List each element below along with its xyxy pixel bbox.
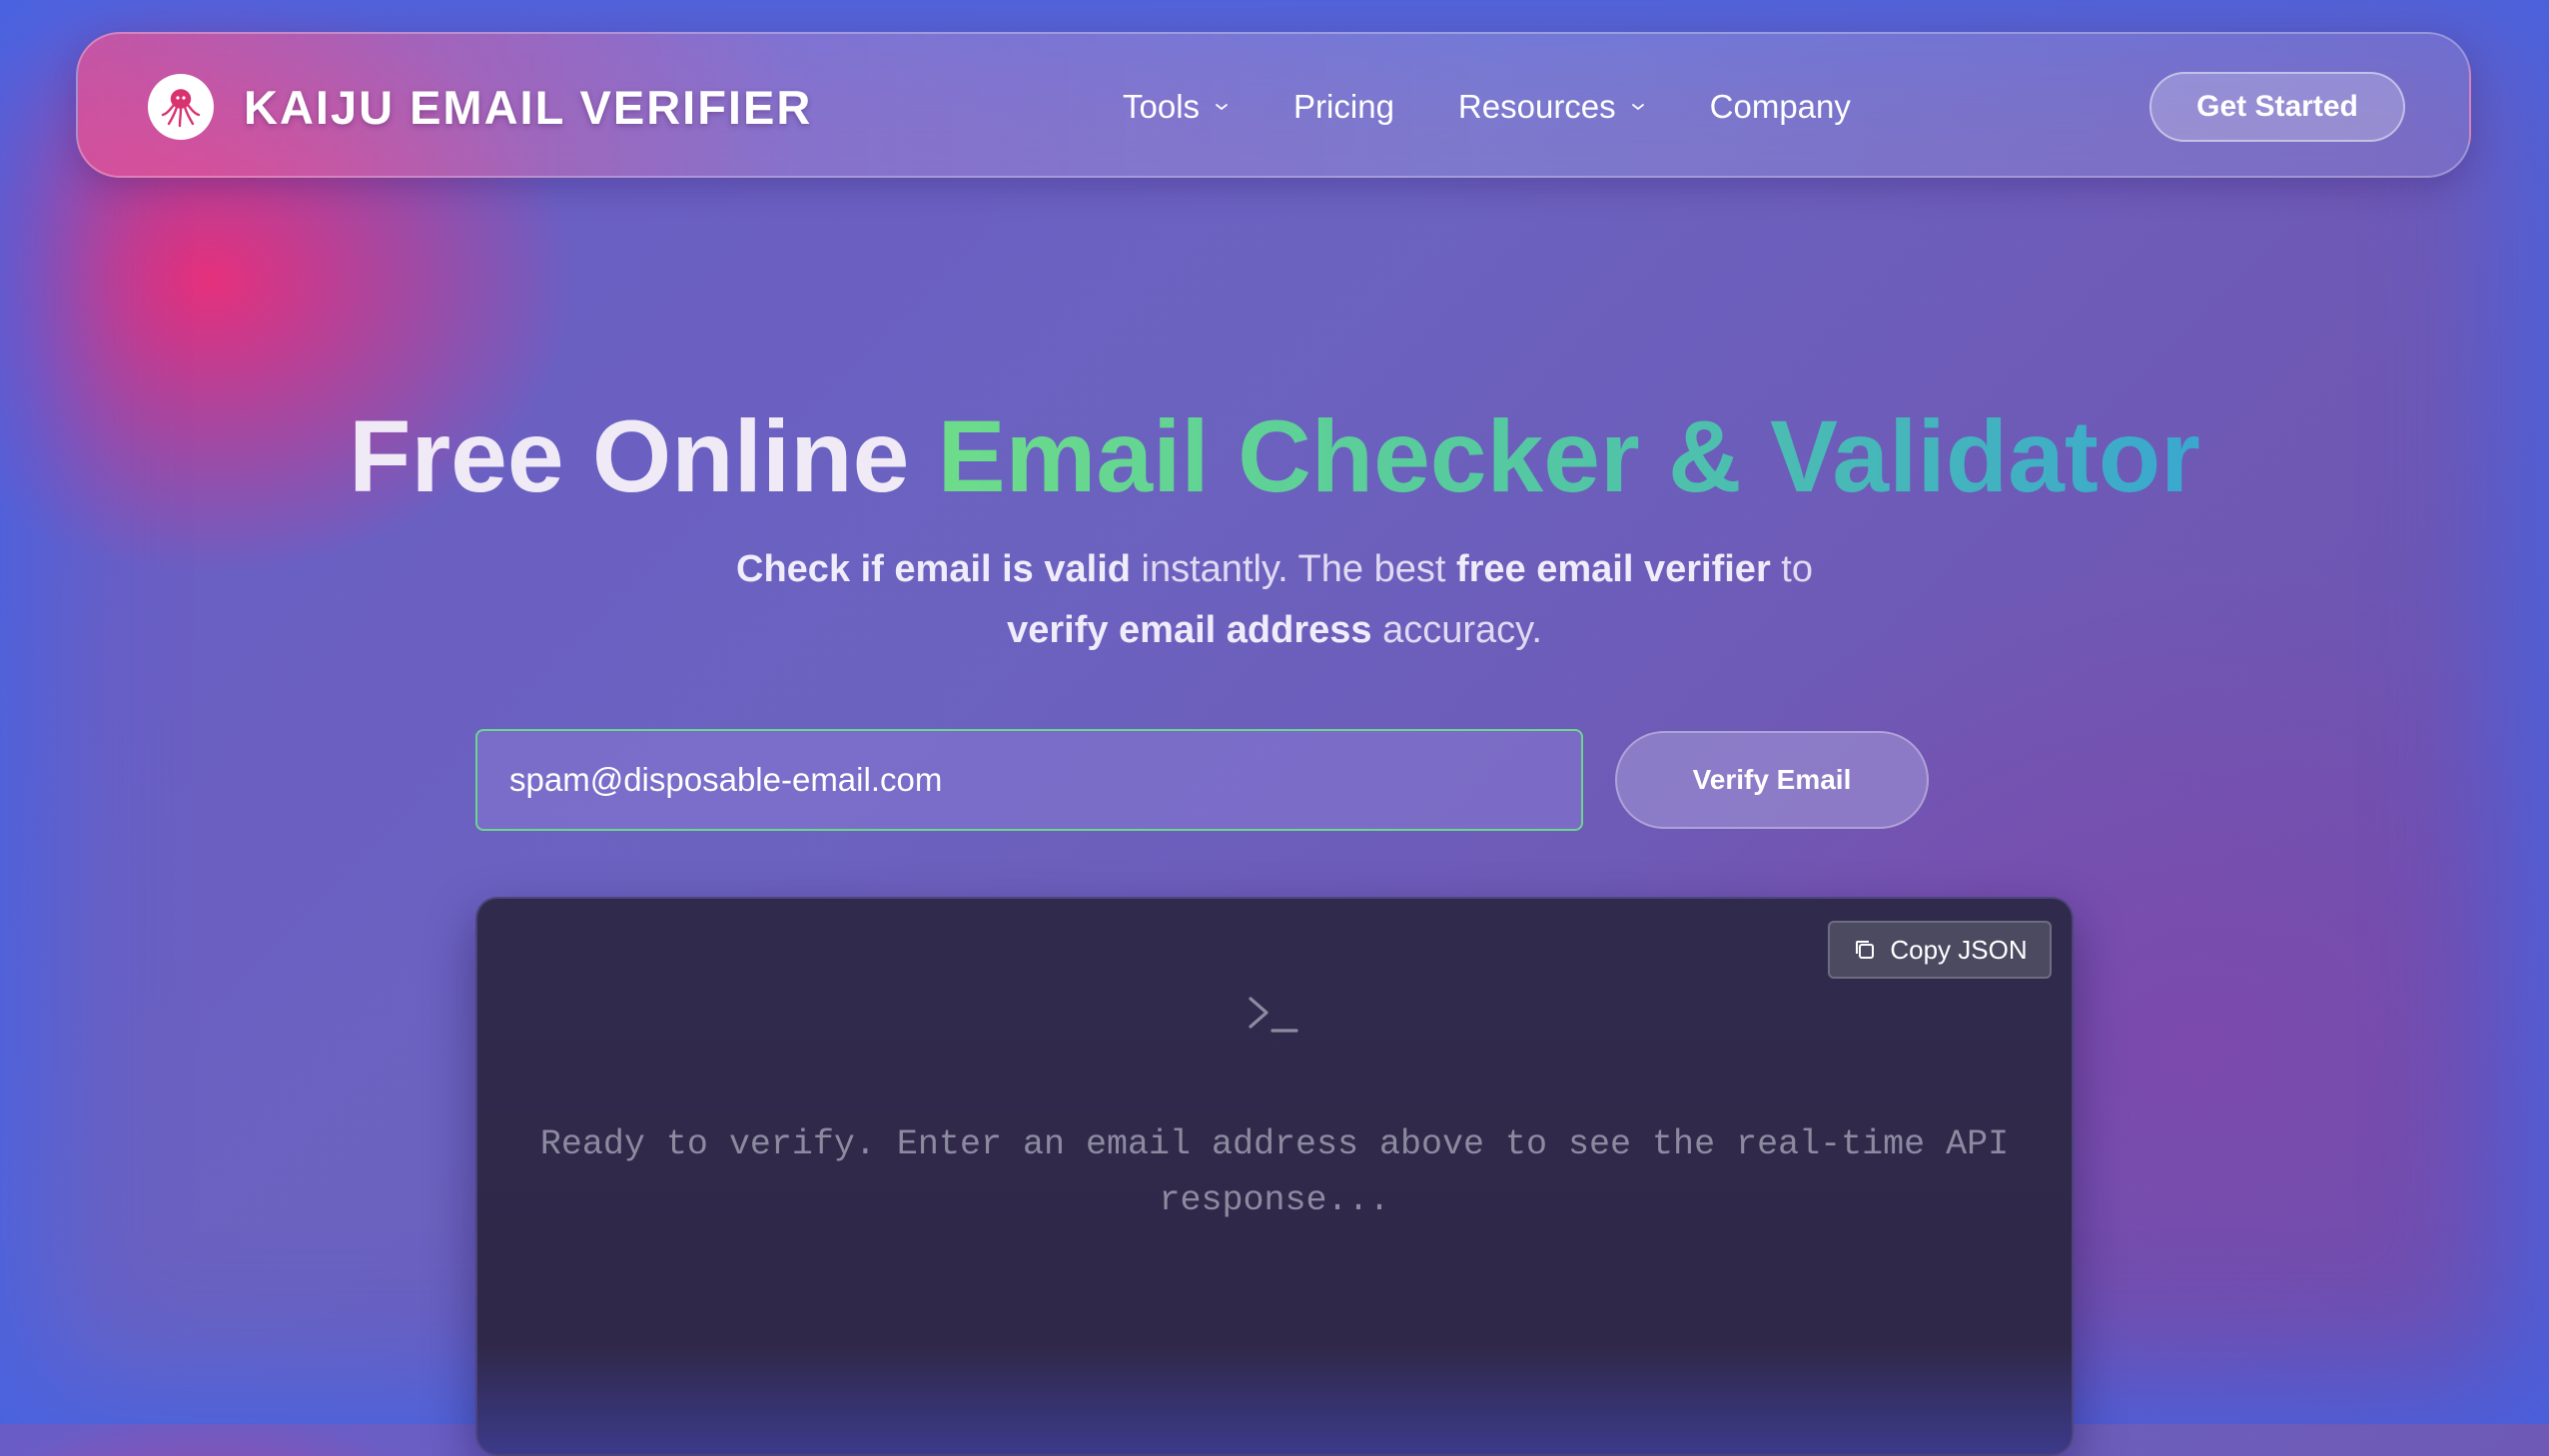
- subtitle-bold-3: free email verifier: [1455, 548, 1771, 590]
- hero-subtitle: Check if email is valid instantly. The b…: [675, 539, 1874, 661]
- octopus-icon: [148, 74, 214, 140]
- nav-item-label: Tools: [1123, 88, 1201, 125]
- console-message: Ready to verify. Enter an email address …: [539, 1124, 2010, 1220]
- top-navbar: KAIJU EMAIL VERIFIER Tools Pricing Resou…: [76, 32, 2471, 178]
- copy-icon: [1852, 937, 1878, 963]
- nav-links: Tools Pricing Resources Company: [1123, 74, 1851, 140]
- nav-item-pricing[interactable]: Pricing: [1293, 88, 1394, 126]
- verify-email-button[interactable]: Verify Email: [1615, 731, 1929, 829]
- chevron-down-icon: [1214, 102, 1230, 112]
- subtitle-text-4: to: [1770, 548, 1813, 590]
- get-started-button[interactable]: Get Started: [2149, 72, 2405, 142]
- nav-item-label: Resources: [1457, 88, 1616, 125]
- terminal-prompt-icon: [1247, 991, 1302, 1041]
- brand[interactable]: KAIJU EMAIL VERIFIER: [148, 74, 812, 140]
- copy-json-button[interactable]: Copy JSON: [1828, 921, 2052, 979]
- page-title: Free Online Email Checker & Validator: [0, 391, 2549, 521]
- nav-item-resources[interactable]: Resources: [1458, 88, 1646, 126]
- subtitle-text-2: instantly. The best: [1130, 548, 1456, 590]
- subtitle-bold-1: Check if email is valid: [736, 548, 1131, 590]
- email-input[interactable]: [475, 729, 1583, 831]
- subtitle-text-6: accuracy.: [1371, 609, 1542, 651]
- nav-item-label: Company: [1709, 88, 1851, 125]
- api-response-console: Copy JSON Ready to verify. Enter an emai…: [475, 897, 2074, 1456]
- nav-item-label: Pricing: [1293, 88, 1394, 125]
- title-plain: Free Online: [349, 399, 938, 513]
- copy-json-label: Copy JSON: [1890, 934, 2028, 965]
- subtitle-bold-5: verify email address: [1007, 609, 1372, 651]
- chevron-down-icon: [1630, 102, 1646, 112]
- brand-name: KAIJU EMAIL VERIFIER: [244, 80, 813, 134]
- nav-item-company[interactable]: Company: [1710, 88, 1851, 126]
- title-highlight: Email Checker & Validator: [937, 399, 2200, 513]
- nav-item-tools[interactable]: Tools: [1123, 88, 1230, 126]
